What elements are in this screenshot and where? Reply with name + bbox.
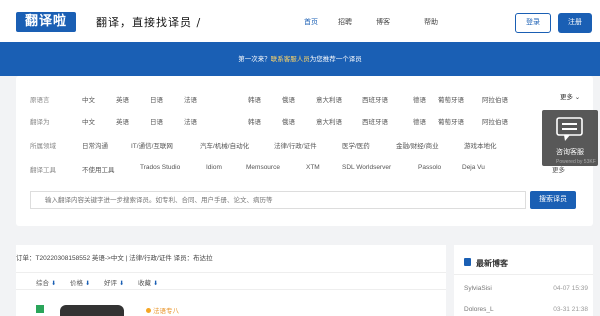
filter-option[interactable]: 阿拉伯语 [482, 94, 508, 104]
sort-rating[interactable]: 好评 ⬇ [104, 277, 124, 287]
document-icon [464, 258, 471, 266]
filter-option[interactable]: 不使用工具 [82, 164, 115, 174]
banner-prefix: 第一次来？ [238, 56, 271, 63]
filter-panel: 原语言 中文 英语 日语 法语 韩语 俄语 意大利语 西班牙语 德语 葡萄牙语 … [16, 76, 593, 226]
filter-option[interactable]: 游戏本地化 [464, 140, 497, 150]
badge-label: 法语专八 [153, 308, 179, 315]
filter-label: 翻译工具 [30, 167, 56, 174]
customer-service-widget[interactable]: 咨询客服 [542, 110, 598, 166]
site-logo[interactable]: 翻译啦 [16, 12, 76, 32]
filter-label: 翻译为 [30, 119, 50, 126]
sort-label: 综合 [36, 280, 49, 287]
banner-suffix: 为您推荐一个译员 [309, 56, 362, 63]
medal-icon [146, 308, 151, 313]
blog-item[interactable]: SylviaSisi 04-07 15:39 [464, 285, 588, 292]
filter-option[interactable]: 医学/医药 [342, 140, 370, 150]
filter-option[interactable]: 德语 [413, 94, 426, 104]
filter-option[interactable]: 日语 [150, 94, 163, 104]
filter-option[interactable]: 英语 [116, 116, 129, 126]
consult-label: 咨询客服 [556, 149, 584, 156]
arrow-down-icon: ⬇ [119, 281, 125, 287]
filter-option[interactable]: Memsource [246, 164, 280, 171]
translator-qualification-badge: 法语专八 [146, 305, 179, 315]
chevron-down-icon: ⌄ [573, 94, 581, 101]
filter-option[interactable]: 俄语 [282, 94, 295, 104]
filter-option[interactable]: 德语 [413, 116, 426, 126]
sort-label: 收藏 [138, 280, 151, 287]
nav-blog[interactable]: 博客 [364, 17, 402, 27]
order-summary: 订单：T20220308158552 英语->中文 | 法律/行政/证件 译员：… [16, 255, 213, 262]
filter-option[interactable]: 日语 [150, 116, 163, 126]
sort-label: 好评 [104, 280, 117, 287]
sort-favorites[interactable]: 收藏 ⬇ [138, 277, 158, 287]
translator-photo[interactable] [60, 305, 124, 316]
filter-label: 原语言 [30, 97, 50, 104]
filter-option[interactable]: 意大利语 [316, 116, 342, 126]
search-input[interactable] [31, 192, 525, 208]
filter-option[interactable]: 葡萄牙语 [438, 94, 464, 104]
translator-flag-icon [36, 305, 44, 313]
sort-bar: 综合 ⬇ 价格 ⬇ 好评 ⬇ 收藏 ⬇ [16, 272, 446, 290]
blog-author: Dolores_L [464, 306, 494, 313]
filter-option[interactable]: Passolo [418, 164, 441, 171]
more-label: 更多 [560, 94, 573, 101]
arrow-down-icon: ⬇ [85, 281, 91, 287]
register-button[interactable]: 注册 [558, 13, 592, 33]
blog-item[interactable]: Dolores_L 03-31 21:38 [464, 306, 588, 313]
filter-option[interactable]: Deja Vu [462, 164, 485, 171]
filter-option[interactable]: IT/通信/互联网 [131, 140, 173, 150]
filter-option[interactable]: Trados Studio [140, 164, 180, 171]
filter-option[interactable]: XTM [306, 164, 320, 171]
filter-option[interactable]: 法语 [184, 94, 197, 104]
sort-label: 价格 [70, 280, 83, 287]
blog-header [454, 245, 593, 275]
banner-text: 第一次来？联系客服人员为您推荐一个译员 [0, 53, 600, 63]
blog-date: 04-07 15:39 [553, 285, 588, 292]
blog-author: SylviaSisi [464, 285, 492, 292]
filter-row-target-language: 翻译为 中文 英语 日语 法语 韩语 俄语 意大利语 西班牙语 德语 葡萄牙语 … [16, 114, 593, 128]
filter-option[interactable]: 葡萄牙语 [438, 116, 464, 126]
contact-support-link[interactable]: 联系客服人员 [271, 56, 310, 63]
main-nav: 首页 招聘 博客 帮助 [296, 17, 450, 27]
sort-price[interactable]: 价格 ⬇ [70, 277, 90, 287]
chat-bubble-icon [556, 117, 583, 141]
filter-option[interactable]: 汽车/机械/自动化 [200, 140, 249, 150]
filter-option[interactable]: 英语 [116, 94, 129, 104]
filter-option[interactable]: 意大利语 [316, 94, 342, 104]
filter-row-tools: 翻译工具 不使用工具 Trados Studio Idiom Memsource… [16, 162, 593, 176]
filter-option[interactable]: 中文 [82, 94, 95, 104]
filter-option[interactable]: 西班牙语 [362, 94, 388, 104]
search-field[interactable] [30, 191, 526, 209]
filter-label: 所属领域 [30, 143, 56, 150]
sort-comprehensive[interactable]: 综合 ⬇ [36, 277, 56, 287]
filter-option[interactable]: 阿拉伯语 [482, 116, 508, 126]
nav-jobs[interactable]: 招聘 [326, 17, 364, 27]
filter-row-source-language: 原语言 中文 英语 日语 法语 韩语 俄语 意大利语 西班牙语 德语 葡萄牙语 … [16, 92, 593, 106]
powered-by-text: Powered by 53KF [556, 159, 596, 165]
nav-home[interactable]: 首页 [296, 17, 326, 27]
filter-option[interactable]: 中文 [82, 116, 95, 126]
blog-date: 03-31 21:38 [553, 306, 588, 313]
site-slogan: 翻译，直接找译员 / [96, 16, 202, 29]
filter-option[interactable]: 金融/财经/商业 [396, 140, 439, 150]
filter-option[interactable]: 法律/行政/证件 [274, 140, 317, 150]
filter-option[interactable]: 西班牙语 [362, 116, 388, 126]
blog-title: 最新博客 [476, 259, 508, 268]
filter-option[interactable]: 法语 [184, 116, 197, 126]
filter-option[interactable]: SDL Worldserver [342, 164, 391, 171]
filter-option[interactable]: 日常沟通 [82, 140, 108, 150]
nav-help[interactable]: 帮助 [412, 17, 450, 27]
more-toggle[interactable]: 更多 ⌄ [560, 91, 580, 101]
arrow-down-icon: ⬇ [153, 281, 159, 287]
arrow-down-icon: ⬇ [51, 281, 57, 287]
filter-option[interactable]: 俄语 [282, 116, 295, 126]
filter-option[interactable]: 韩语 [248, 94, 261, 104]
filter-option[interactable]: 韩语 [248, 116, 261, 126]
filter-option[interactable]: Idiom [206, 164, 222, 171]
login-button[interactable]: 登录 [515, 13, 551, 33]
filter-row-domain: 所属领域 日常沟通 IT/通信/互联网 汽车/机械/自动化 法律/行政/证件 医… [16, 138, 593, 152]
search-translator-button[interactable]: 搜索译员 [530, 191, 576, 209]
